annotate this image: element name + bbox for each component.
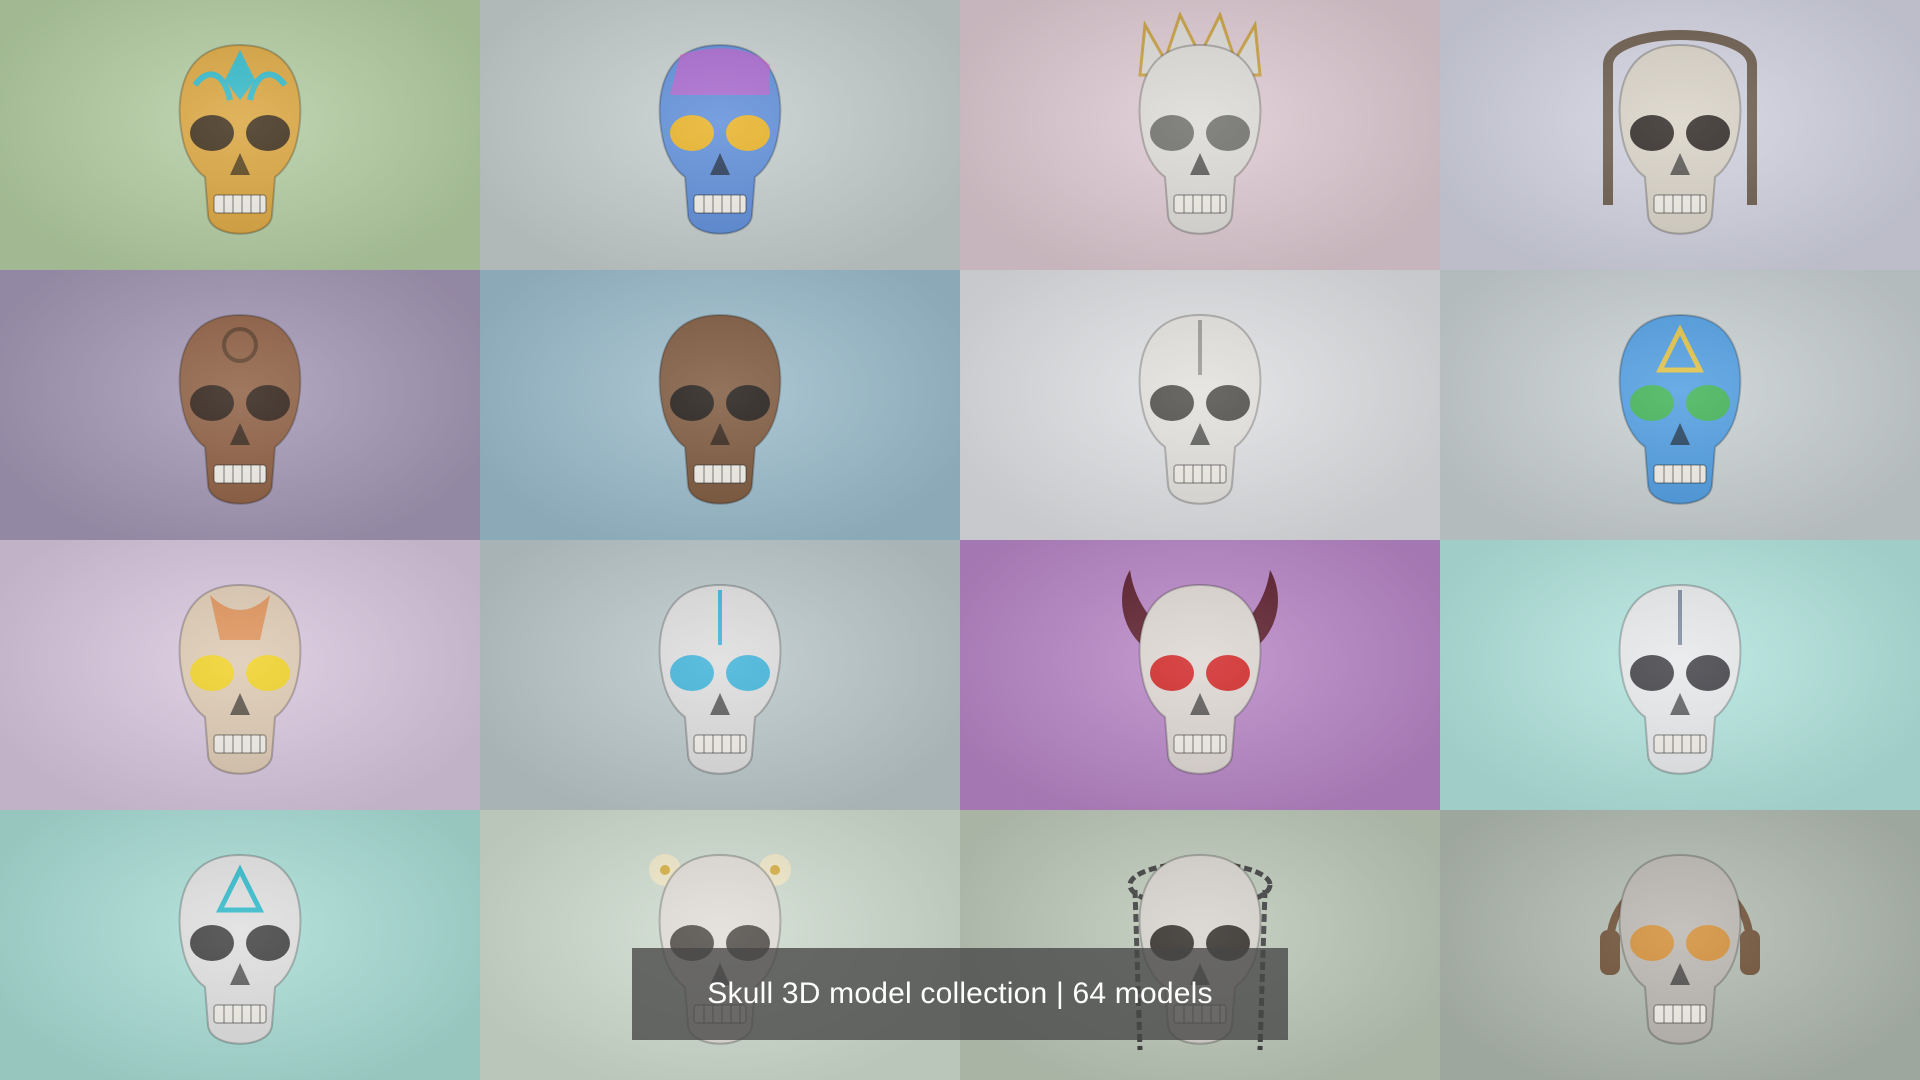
skull-tile-cracked-white xyxy=(960,270,1440,540)
skull-icon xyxy=(1122,570,1278,775)
skull-icon xyxy=(178,313,302,505)
skull-icon xyxy=(178,43,302,235)
skull-icon xyxy=(1603,30,1757,235)
skull-tile-headphones xyxy=(1440,810,1920,1080)
skull-tile-carved-wood xyxy=(0,270,480,540)
skull-tile-crowned xyxy=(960,0,1440,270)
caption-bar: Skull 3D model collection | 64 models xyxy=(632,948,1288,1040)
skull-icon xyxy=(658,313,782,505)
skull-icon xyxy=(1600,853,1760,1045)
skull-tile-rusted-metal xyxy=(480,270,960,540)
skull-gallery-grid xyxy=(0,0,1920,1080)
skull-icon xyxy=(178,583,302,775)
caption-text: Skull 3D model collection | 64 models xyxy=(707,977,1213,1010)
skull-tile-aztec-gold xyxy=(0,0,480,270)
skull-icon xyxy=(178,853,302,1045)
skull-tile-tech-triangle xyxy=(0,810,480,1080)
skull-tile-ornate-frame xyxy=(1440,0,1920,270)
skull-tile-blue-rune xyxy=(1440,270,1920,540)
skull-icon xyxy=(1138,313,1262,505)
skull-icon xyxy=(1138,11,1262,235)
skull-icon xyxy=(658,583,782,775)
skull-icon xyxy=(1618,313,1742,505)
skull-tile-cyber-blue-eyes xyxy=(480,540,960,810)
skull-tile-orange-cracked xyxy=(0,540,480,810)
skull-tile-stitched xyxy=(1440,540,1920,810)
skull-tile-iridescent xyxy=(480,0,960,270)
skull-icon xyxy=(658,43,782,235)
skull-icon xyxy=(1618,583,1742,775)
skull-tile-horned-demon xyxy=(960,540,1440,810)
